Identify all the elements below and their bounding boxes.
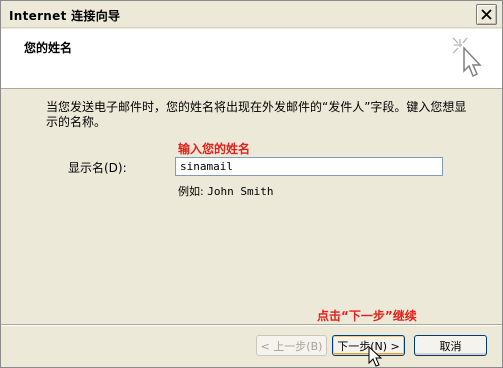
description-text: 当您发送电子邮件时，您的姓名将出现在外发邮件的“发件人”字段。键入您想显示的名称… <box>46 100 467 129</box>
wizard-header: 您的姓名 <box>1 29 502 89</box>
back-button[interactable]: < 上一步(B) <box>256 335 327 356</box>
title-bar: Internet 连接向导 <box>1 1 502 28</box>
example-text: 例如: John Smith <box>178 183 273 199</box>
mouse-pointer-icon <box>368 346 382 367</box>
display-name-input[interactable] <box>175 157 443 176</box>
example-name: John Smith <box>207 185 274 198</box>
close-icon <box>481 9 492 20</box>
footer-separator <box>1 324 502 326</box>
close-button[interactable] <box>476 4 497 25</box>
example-prefix: 例如: <box>178 185 204 198</box>
next-hint-annotation: 点击“下一步”继续 <box>317 309 417 323</box>
page-title: 您的姓名 <box>24 41 73 55</box>
input-hint-annotation: 输入您的姓名 <box>178 142 251 156</box>
display-name-label: 显示名(D): <box>68 161 127 175</box>
window-title: Internet 连接向导 <box>9 9 121 23</box>
connection-wizard-window: Internet 连接向导 您的姓名 当您发送电子邮件时，您的姓名将出现在外发邮… <box>0 0 503 368</box>
cancel-button[interactable]: 取消 <box>414 335 487 356</box>
wizard-cursor-icon <box>452 37 482 78</box>
